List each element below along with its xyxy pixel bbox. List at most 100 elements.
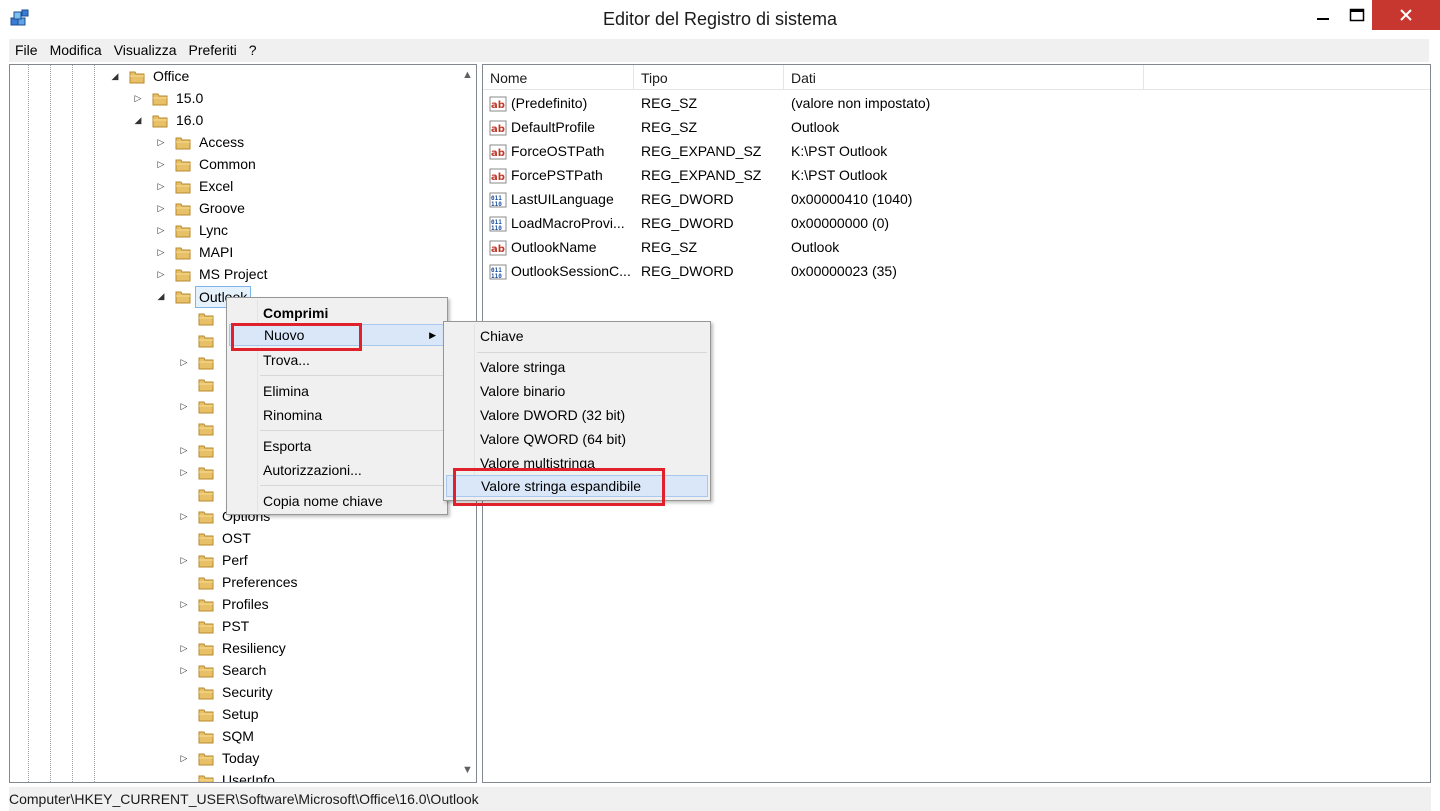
tree-node-excel[interactable]: ▷ Excel [10, 176, 450, 198]
column-header-data[interactable]: Dati [784, 65, 1144, 90]
menu-modifica[interactable]: Modifica [44, 39, 108, 62]
tree-node-preferences[interactable]: Preferences [10, 572, 450, 594]
tree-node-mapi[interactable]: ▷ MAPI [10, 242, 450, 264]
ctx-item-autorizzazioni[interactable]: Autorizzazioni... [229, 459, 362, 481]
menu-bar: File Modifica Visualizza Preferiti ? [9, 39, 1429, 62]
expand-triangle-icon[interactable]: ▷ [156, 137, 166, 148]
ctx-item-rinomina[interactable]: Rinomina [229, 404, 322, 426]
expand-triangle-icon[interactable]: ▷ [179, 555, 189, 566]
expand-triangle-icon[interactable]: ▷ [156, 159, 166, 170]
submenu-item-chiave[interactable]: Chiave [446, 325, 524, 347]
scroll-up-arrow-icon[interactable]: ▲ [462, 69, 473, 81]
tree-node-office[interactable]: ◢ Office [10, 66, 450, 88]
tree-node-lync[interactable]: ▷ Lync [10, 220, 450, 242]
binary-value-icon: 011110 [489, 216, 507, 232]
window-title: Editor del Registro di sistema [602, 9, 838, 29]
menu-help[interactable]: ? [243, 39, 263, 62]
ctx-item-elimina[interactable]: Elimina [229, 380, 309, 402]
submenu-item-valore-stringa[interactable]: Valore stringa [446, 356, 565, 378]
ctx-item-esporta[interactable]: Esporta [229, 435, 311, 457]
column-header-name[interactable]: Nome [483, 65, 634, 90]
svg-text:ab: ab [491, 100, 505, 111]
tree-node-groove[interactable]: ▷ Groove [10, 198, 450, 220]
submenu-item-valore-dword[interactable]: Valore DWORD (32 bit) [446, 404, 625, 426]
collapse-triangle-icon[interactable]: ◢ [133, 115, 143, 126]
tree-node-label: Excel [199, 178, 234, 194]
tree-node-ms-project[interactable]: ▷ MS Project [10, 264, 450, 286]
tree-node-access[interactable]: ▷ Access [10, 132, 450, 154]
value-data: (valore non impostato) [791, 95, 931, 111]
value-name: OutlookName [511, 239, 597, 255]
value-row[interactable]: 011 110 LoadMacroProvi... REG_DWORD 0x000000… [483, 212, 1423, 236]
value-row[interactable]: ab ForceOSTPath REG_EXPAND_SZ K:\PST Outloo… [483, 140, 1423, 164]
menu-file[interactable]: File [9, 39, 44, 62]
tree-node-setup[interactable]: Setup [10, 704, 450, 726]
expand-triangle-icon[interactable]: ▷ [156, 269, 166, 280]
tree-node-ost[interactable]: OST [10, 528, 450, 550]
tree-node-common[interactable]: ▷ Common [10, 154, 450, 176]
ctx-item-copia-nome-chiave[interactable]: Copia nome chiave [229, 490, 383, 512]
expand-triangle-icon[interactable]: ▷ [179, 357, 189, 368]
expand-triangle-icon[interactable]: ▷ [179, 445, 189, 456]
expand-triangle-icon[interactable]: ▷ [179, 665, 189, 676]
value-row[interactable]: ab ForcePSTPath REG_EXPAND_SZ K:\PST Outloo… [483, 164, 1423, 188]
ctx-item-comprimi[interactable]: Comprimi [229, 302, 328, 324]
value-row[interactable]: 011 110 LastUILanguage REG_DWORD 0x00000410 … [483, 188, 1423, 212]
expand-triangle-icon[interactable]: ▷ [156, 225, 166, 236]
tree-node-sqm[interactable]: SQM [10, 726, 450, 748]
value-row[interactable]: ab OutlookName REG_SZ Outlook [483, 236, 1423, 260]
tree-node-label: Resiliency [222, 640, 286, 656]
ctx-item-trova[interactable]: Trova... [229, 349, 310, 371]
submenu-item-valore-binario[interactable]: Valore binario [446, 380, 565, 402]
expand-triangle-icon[interactable]: ▷ [179, 643, 189, 654]
tree-node-perf[interactable]: ▷ Perf [10, 550, 450, 572]
folder-icon [175, 225, 191, 238]
expand-triangle-icon[interactable]: ▷ [179, 753, 189, 764]
expand-triangle-icon[interactable]: ▷ [156, 247, 166, 258]
submenu-item-valore-stringa-espandibile[interactable]: Valore stringa espandibile [446, 475, 708, 497]
expand-triangle-icon[interactable]: ▷ [179, 401, 189, 412]
value-row[interactable]: ab (Predefinito) REG_SZ (valore non imposta… [483, 92, 1423, 116]
expand-triangle-icon[interactable]: ▷ [156, 181, 166, 192]
close-button[interactable] [1372, 0, 1440, 30]
tree-node-search[interactable]: ▷ Search [10, 660, 450, 682]
value-row[interactable]: ab DefaultProfile REG_SZ Outlook [483, 116, 1423, 140]
submenu-item-valore-multistringa[interactable]: Valore multistringa [446, 452, 595, 474]
title-bar: Editor del Registro di sistema [0, 0, 1440, 38]
tree-node-resiliency[interactable]: ▷ Resiliency [10, 638, 450, 660]
folder-icon [198, 533, 214, 546]
value-row[interactable]: 011 110 OutlookSessionC... REG_DWORD 0x00000… [483, 260, 1423, 284]
ctx-item-nuovo[interactable]: Nuovo ▶ [229, 324, 445, 346]
tree-node-today[interactable]: ▷ Today [10, 748, 450, 770]
status-bar-path: Computer\HKEY_CURRENT_USER\Software\Micr… [9, 787, 1431, 811]
submenu-item-valore-qword[interactable]: Valore QWORD (64 bit) [446, 428, 626, 450]
svg-text:ab: ab [491, 124, 505, 135]
collapse-triangle-icon[interactable]: ◢ [110, 71, 120, 82]
menu-separator [260, 485, 446, 486]
folder-icon [175, 247, 191, 260]
string-value-icon: ab [489, 96, 507, 112]
expand-triangle-icon[interactable]: ▷ [179, 467, 189, 478]
tree-node-userinfo[interactable]: UserInfo [10, 770, 450, 782]
scroll-down-arrow-icon[interactable]: ▼ [462, 764, 473, 776]
expand-triangle-icon[interactable]: ▷ [179, 599, 189, 610]
menu-preferiti[interactable]: Preferiti [182, 39, 242, 62]
value-type: REG_SZ [641, 239, 698, 255]
expand-triangle-icon[interactable]: ▷ [156, 203, 166, 214]
tree-node-profiles[interactable]: ▷ Profiles [10, 594, 450, 616]
tree-node-security[interactable]: Security [10, 682, 450, 704]
menu-separator [260, 430, 446, 431]
tree-node-15-0[interactable]: ▷ 15.0 [10, 88, 450, 110]
tree-node-16-0[interactable]: ◢ 16.0 [10, 110, 450, 132]
column-header-type[interactable]: Tipo [634, 65, 784, 90]
collapse-triangle-icon[interactable]: ◢ [156, 291, 166, 302]
expand-triangle-icon[interactable]: ▷ [133, 93, 143, 104]
value-name: (Predefinito) [511, 95, 588, 111]
folder-icon [198, 643, 214, 656]
expand-triangle-icon[interactable]: ▷ [179, 511, 189, 522]
new-submenu: Chiave Valore stringa Valore binario Val… [443, 321, 711, 501]
value-data: 0x00000410 (1040) [791, 191, 913, 207]
tree-node-pst[interactable]: PST [10, 616, 450, 638]
menu-visualizza[interactable]: Visualizza [108, 39, 183, 62]
ctx-item-nuovo-label: Nuovo [264, 327, 305, 343]
